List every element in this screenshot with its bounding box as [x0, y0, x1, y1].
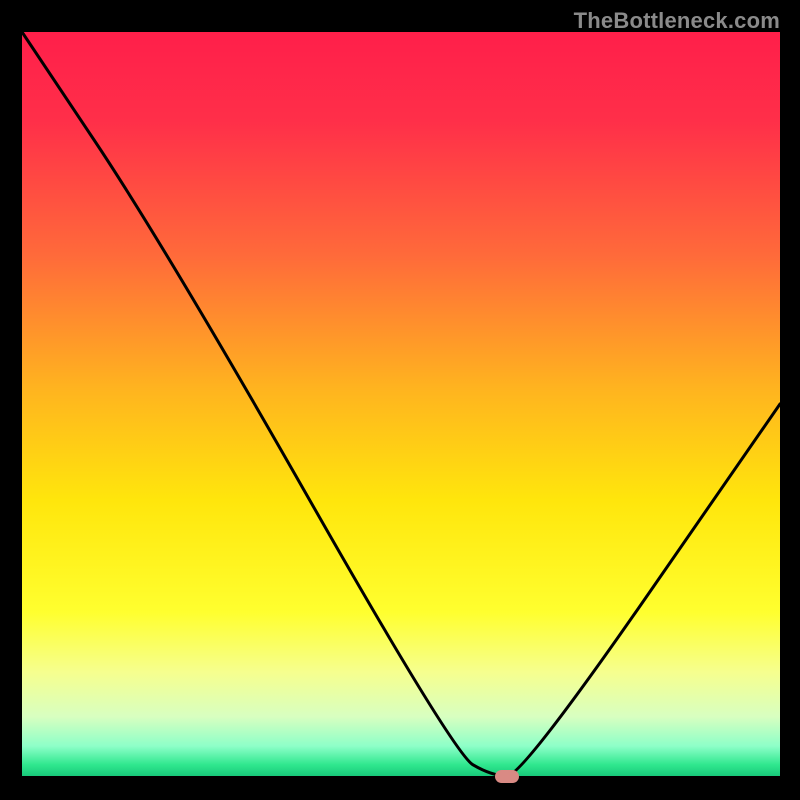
optimal-point-marker	[495, 770, 519, 783]
chart-curve-svg	[22, 32, 780, 776]
bottleneck-curve-path	[22, 32, 780, 776]
watermark-text: TheBottleneck.com	[574, 8, 780, 34]
plot-area	[22, 32, 780, 776]
chart-stage: TheBottleneck.com	[0, 0, 800, 800]
